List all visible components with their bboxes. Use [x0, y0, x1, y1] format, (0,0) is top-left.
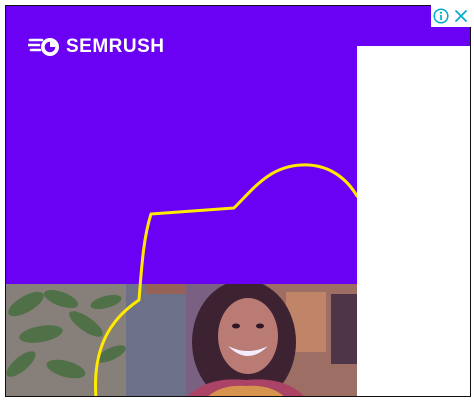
info-icon — [433, 8, 449, 24]
ad-banner[interactable]: SEMRUSH — [5, 5, 471, 397]
ad-info-button[interactable] — [431, 5, 451, 27]
ad-photo — [6, 284, 357, 396]
brand-name: SEMRUSH — [66, 36, 165, 57]
close-icon — [455, 10, 467, 22]
adchoices-bar — [431, 5, 471, 27]
semrush-fireball-icon — [28, 38, 59, 56]
ad-blank-area — [357, 46, 470, 396]
ad-close-button[interactable] — [451, 5, 471, 27]
brand-logo[interactable]: SEMRUSH — [28, 36, 165, 58]
